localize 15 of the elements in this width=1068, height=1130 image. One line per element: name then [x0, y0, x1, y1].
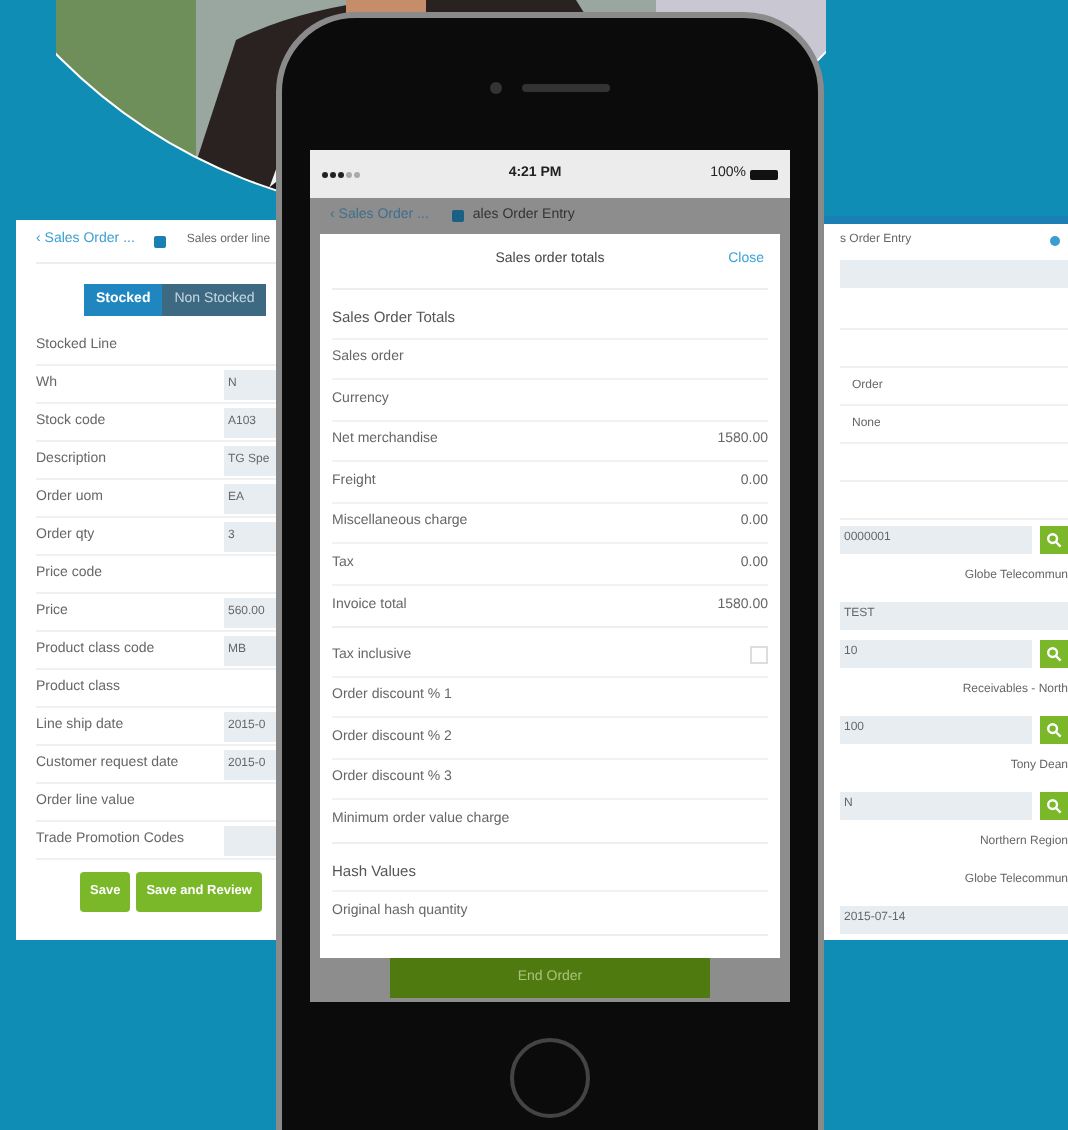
- search-icon: [1046, 531, 1062, 547]
- home-button[interactable]: [510, 1038, 590, 1118]
- search-button[interactable]: [1040, 639, 1068, 667]
- input-field[interactable]: [224, 825, 276, 855]
- signal-icon: [322, 171, 360, 177]
- search-button[interactable]: [1040, 791, 1068, 819]
- tax-inclusive-checkbox[interactable]: [750, 646, 768, 665]
- camera-icon: [490, 82, 502, 94]
- battery-icon: [750, 169, 778, 179]
- search-button[interactable]: [1040, 525, 1068, 553]
- speaker-grille: [522, 84, 610, 92]
- search-icon: [1046, 797, 1062, 813]
- search-icon: [1046, 645, 1062, 661]
- search-button[interactable]: [1040, 715, 1068, 743]
- search-icon: [1046, 721, 1062, 737]
